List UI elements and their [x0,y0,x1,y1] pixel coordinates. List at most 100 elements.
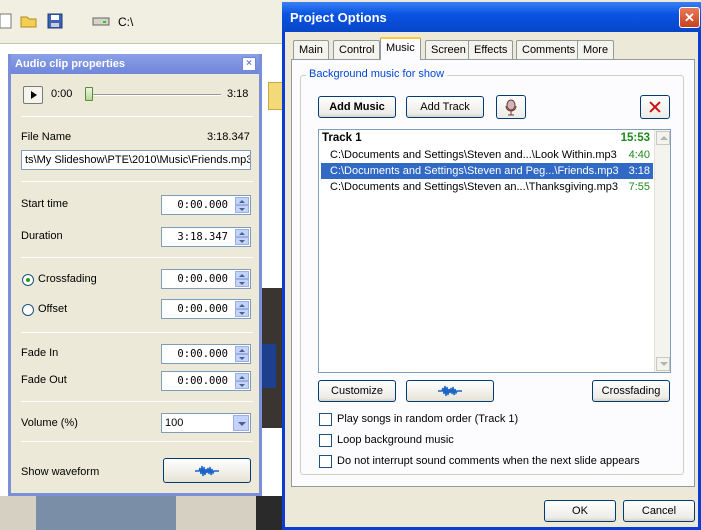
crossfading-radio[interactable] [22,274,34,286]
bottle-image [262,344,276,388]
offset-stepper[interactable]: 0:00.000 [161,299,251,319]
duration-value: 3:18.347 [177,231,228,243]
audio-clip-title: Audio clip properties [15,58,126,70]
drive-icon[interactable] [92,12,110,30]
spin-down-icon[interactable] [235,279,249,287]
volume-value: 100 [165,417,184,429]
audio-clip-properties-window: Audio clip properties × 0:00 3:18 File N… [8,54,262,496]
volume-select[interactable]: 100 [161,413,251,433]
divider [21,116,253,117]
show-waveform-button[interactable] [163,458,251,483]
divider [21,401,253,402]
spin-down-icon[interactable] [235,354,249,362]
track-item-duration: 3:18 [628,165,650,177]
offset-label: Offset [38,303,68,315]
spin-up-icon[interactable] [235,373,249,381]
offset-value: 0:00.000 [177,303,228,315]
add-track-button[interactable]: Add Track [406,96,484,118]
project-options-window: Project Options ✕ Main Control Music Scr… [282,2,701,530]
project-options-close-button[interactable]: ✕ [679,7,700,28]
start-time-stepper[interactable]: 0:00.000 [161,195,251,215]
track-item-path: C:\Documents and Settings\Steven an...\T… [330,181,618,193]
spin-up-icon[interactable] [235,229,249,237]
customize-button[interactable]: Customize [318,380,396,402]
audio-clip-close-button[interactable]: × [242,57,256,71]
time-end: 3:18 [227,88,249,100]
waveform-button[interactable] [406,380,494,402]
track-item[interactable]: C:\Documents and Settings\Steven and...\… [321,147,653,163]
tab-control[interactable]: Control [333,40,381,59]
tab-main[interactable]: Main [293,40,329,59]
crossfading-stepper[interactable]: 0:00.000 [161,269,251,289]
no-interrupt-label: Do not interrupt sound comments when the… [337,455,640,467]
spin-up-icon[interactable] [235,271,249,279]
file-duration: 3:18.347 [207,131,250,143]
background-toolbar: C:\ [0,0,290,44]
show-waveform-label: Show waveform [21,466,100,478]
fade-out-stepper[interactable]: 0:00.000 [161,371,251,391]
tab-screen[interactable]: Screen [425,40,472,59]
fade-out-value: 0:00.000 [177,375,228,387]
track-list[interactable]: Track 1 15:53 C:\Documents and Settings\… [318,129,671,373]
delete-button[interactable] [640,95,670,119]
track-item-duration: 7:55 [628,181,650,193]
duration-label: Duration [21,230,63,242]
file-name-label: File Name [21,131,72,143]
tab-comments[interactable]: Comments [516,40,582,59]
crossfading-button[interactable]: Crossfading [592,380,670,402]
tab-more[interactable]: More [577,40,615,59]
scroll-up-icon[interactable] [656,131,670,145]
volume-label: Volume (%) [21,417,78,429]
photo-thumbnail-person [36,496,176,530]
tab-music[interactable]: Music [380,37,421,60]
audio-clip-title-bar: Audio clip properties × [11,54,259,74]
track-item-duration: 4:40 [628,149,650,161]
spin-down-icon[interactable] [235,205,249,213]
random-order-checkbox[interactable] [319,413,332,426]
random-order-label: Play songs in random order (Track 1) [337,413,519,425]
play-button[interactable] [23,86,43,104]
no-interrupt-checkbox[interactable] [319,455,332,468]
microphone-icon [505,99,517,116]
ok-button[interactable]: OK [544,500,616,522]
offset-radio[interactable] [22,304,34,316]
cancel-button[interactable]: Cancel [623,500,695,522]
divider [21,332,253,333]
start-time-value: 0:00.000 [177,199,228,211]
divider [21,257,253,258]
fade-in-label: Fade In [21,347,59,359]
track-list-scrollbar[interactable] [654,130,670,372]
tab-effects[interactable]: Effects [468,40,514,59]
spin-up-icon[interactable] [235,197,249,205]
new-file-icon[interactable] [0,12,14,30]
seek-slider-thumb[interactable] [85,87,93,101]
fade-in-stepper[interactable]: 0:00.000 [161,344,251,364]
loop-music-label: Loop background music [337,434,454,446]
track-item[interactable]: C:\Documents and Settings\Steven an...\T… [321,179,653,195]
spin-up-icon[interactable] [235,346,249,354]
track-item-path: C:\Documents and Settings\Steven and Peg… [330,165,619,177]
save-icon[interactable] [46,12,64,30]
spin-down-icon[interactable] [235,381,249,389]
track-name: Track 1 [322,132,362,144]
divider [21,181,253,182]
file-path-field[interactable]: ts\My Slideshow\PTE\2010\Music\Friends.m… [21,150,251,170]
track-item-selected[interactable]: C:\Documents and Settings\Steven and Peg… [321,163,653,179]
spin-down-icon[interactable] [235,237,249,245]
spin-down-icon[interactable] [235,309,249,317]
seek-slider-track[interactable] [89,94,221,96]
open-folder-icon[interactable] [20,12,38,30]
duration-stepper[interactable]: 3:18.347 [161,227,251,247]
time-start: 0:00 [51,88,73,100]
current-path: C:\ [118,15,134,29]
background-music-group-title: Background music for show [306,68,448,80]
add-music-button[interactable]: Add Music [318,96,396,118]
scroll-down-icon[interactable] [656,357,670,371]
spin-up-icon[interactable] [235,301,249,309]
fade-out-label: Fade Out [21,374,67,386]
waveform-icon [195,465,219,476]
chevron-down-icon[interactable] [233,415,249,431]
record-button[interactable] [496,95,526,119]
fade-in-value: 0:00.000 [177,348,228,360]
loop-music-checkbox[interactable] [319,434,332,447]
